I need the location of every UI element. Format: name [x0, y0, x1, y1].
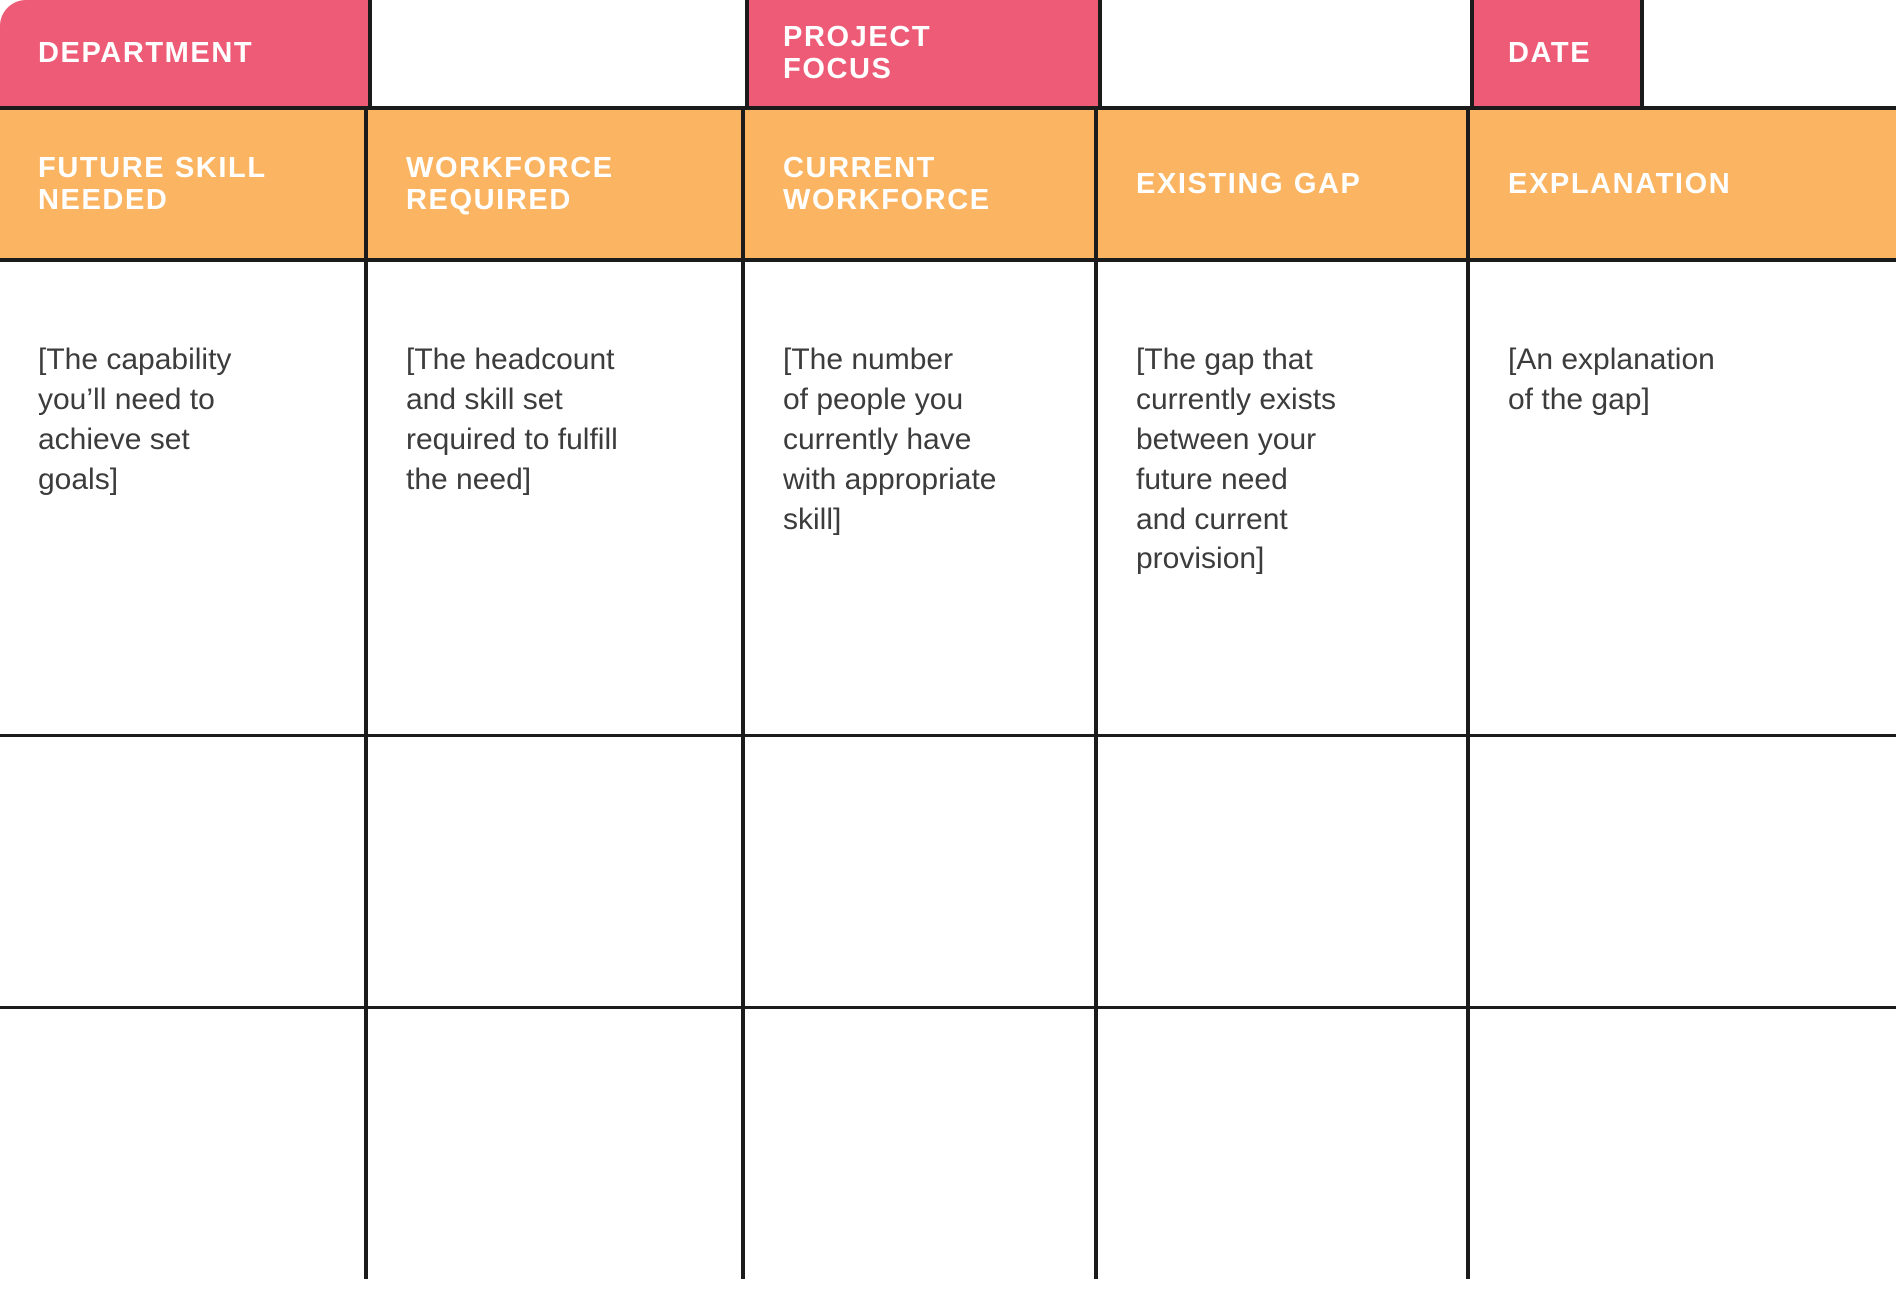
cell-current-workforce[interactable]: [745, 737, 1098, 1006]
table-row: [The capability you’ll need to achieve s…: [0, 262, 1896, 737]
title-separator-5: [1640, 0, 1644, 106]
title-separator-2: [745, 0, 749, 106]
column-header-label: WORKFORCE REQUIRED: [406, 151, 614, 216]
title-label-project-focus: PROJECT FOCUS: [783, 20, 932, 85]
cell-current-workforce[interactable]: [745, 1009, 1098, 1279]
table-body: [The capability you’ll need to achieve s…: [0, 258, 1896, 1279]
column-header-explanation: EXPLANATION: [1470, 110, 1896, 258]
column-header-existing-gap: EXISTING GAP: [1098, 110, 1470, 258]
column-header-label: EXISTING GAP: [1136, 167, 1362, 200]
cell-workforce-required[interactable]: [368, 737, 745, 1006]
title-field-department-value[interactable]: [368, 0, 745, 106]
title-separator-3: [1098, 0, 1102, 106]
skills-gap-table: DEPARTMENT PROJECT FOCUS DATE FUTURE SKI…: [0, 0, 1896, 1279]
column-header-label: CURRENT WORKFORCE: [783, 151, 991, 216]
title-cell-project-focus: PROJECT FOCUS: [745, 0, 1098, 106]
title-cell-date: DATE: [1470, 0, 1640, 106]
cell-text: [The gap that currently exists between y…: [1136, 343, 1337, 576]
cell-future-skill-needed[interactable]: [0, 737, 368, 1006]
table-row: [0, 737, 1896, 1009]
column-header-current-workforce: CURRENT WORKFORCE: [745, 110, 1098, 258]
cell-future-skill-needed[interactable]: [The capability you’ll need to achieve s…: [0, 262, 368, 734]
title-separator-4: [1470, 0, 1474, 106]
title-label-date: DATE: [1508, 36, 1592, 69]
cell-future-skill-needed[interactable]: [0, 1009, 368, 1279]
cell-text: [The capability you’ll need to achieve s…: [38, 343, 232, 496]
cell-existing-gap[interactable]: [The gap that currently exists between y…: [1098, 262, 1470, 734]
cell-current-workforce[interactable]: [The number of people you currently have…: [745, 262, 1098, 734]
column-header-workforce-required: WORKFORCE REQUIRED: [368, 110, 745, 258]
cell-existing-gap[interactable]: [1098, 1009, 1470, 1279]
title-label-department: DEPARTMENT: [38, 36, 254, 69]
cell-explanation[interactable]: [An explanation of the gap]: [1470, 262, 1896, 734]
title-separator-1: [368, 0, 372, 106]
cell-text: [The number of people you currently have…: [783, 343, 997, 536]
column-header-future-skill-needed: FUTURE SKILL NEEDED: [0, 110, 368, 258]
cell-text: [An explanation of the gap]: [1508, 343, 1715, 416]
column-header-label: EXPLANATION: [1508, 167, 1732, 200]
cell-workforce-required[interactable]: [368, 1009, 745, 1279]
table-row: [0, 1009, 1896, 1279]
page-canvas: DEPARTMENT PROJECT FOCUS DATE FUTURE SKI…: [0, 0, 1900, 1303]
title-field-date-value[interactable]: [1640, 0, 1896, 106]
title-field-project-focus-value[interactable]: [1098, 0, 1470, 106]
cell-explanation[interactable]: [1470, 737, 1896, 1006]
table-header-row: FUTURE SKILL NEEDED WORKFORCE REQUIRED C…: [0, 106, 1896, 258]
cell-explanation[interactable]: [1470, 1009, 1896, 1279]
cell-existing-gap[interactable]: [1098, 737, 1470, 1006]
column-header-label: FUTURE SKILL NEEDED: [38, 151, 267, 216]
table-title-row: DEPARTMENT PROJECT FOCUS DATE: [0, 0, 1896, 106]
cell-text: [The headcount and skill set required to…: [406, 343, 618, 496]
cell-workforce-required[interactable]: [The headcount and skill set required to…: [368, 262, 745, 734]
title-cell-department: DEPARTMENT: [0, 0, 368, 106]
